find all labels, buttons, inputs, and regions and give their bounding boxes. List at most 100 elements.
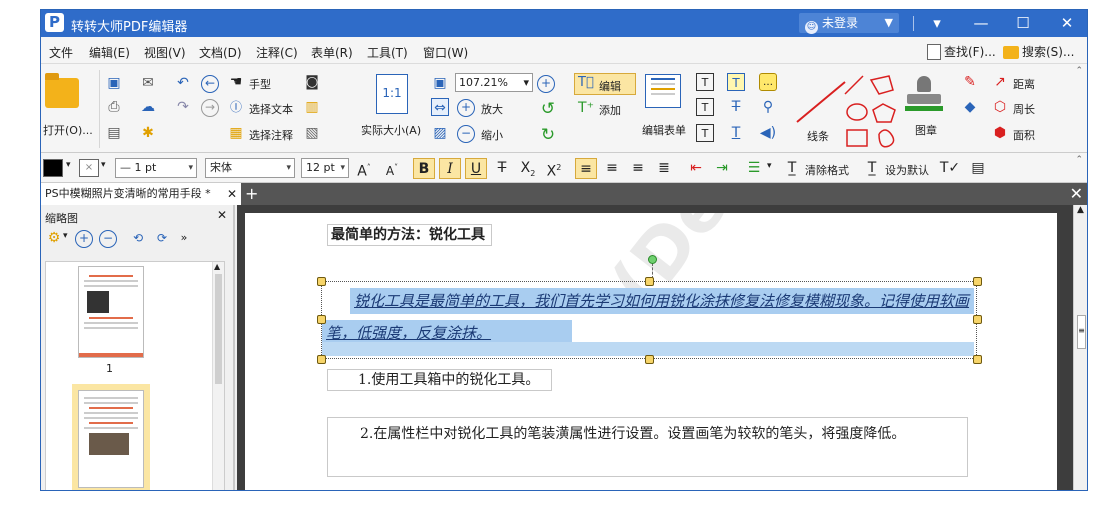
hand-tool-icon[interactable]: ☚ [227,73,245,91]
close-button[interactable]: ✕ [1047,10,1087,37]
typewriter-icon[interactable]: T [727,73,745,91]
line-spacing-icon[interactable]: ☰ [743,158,765,179]
email-icon[interactable]: ✉ [139,74,157,92]
close-document-button[interactable]: ✕ [1070,183,1083,205]
open-folder-icon[interactable] [45,73,79,108]
collapse-format-icon[interactable]: ⌃ [1075,155,1083,165]
scrollbar-thumb[interactable] [215,274,222,384]
actual-size-icon[interactable]: 1:1 [376,74,408,114]
rotation-handle[interactable] [648,255,657,264]
hand-tool-label[interactable]: 手型 [249,76,271,92]
resize-handle-sw[interactable] [317,355,326,364]
add-text-icon[interactable]: T⁺ [577,99,595,117]
edit-button[interactable]: T⃞ 编辑 [574,73,636,95]
fit-width-icon[interactable]: ⇔ [431,98,449,116]
resize-handle-e[interactable] [973,315,982,324]
text-field-icon[interactable]: T [696,73,714,91]
back-icon[interactable]: ← [201,75,219,93]
zoom-in-label[interactable]: 放大 [481,101,503,117]
scroll-up-icon[interactable]: ▲ [1077,205,1084,215]
select-annotation-icon[interactable]: ▦ [227,124,245,142]
chevron-down-icon[interactable]: ▾ [101,160,106,170]
resize-handle-w[interactable] [317,315,326,324]
select-text-icon[interactable]: Ⓘ [227,98,245,116]
properties-icon[interactable]: ▤ [967,158,989,179]
forward-icon[interactable]: → [201,99,219,117]
resize-handle-nw[interactable] [317,277,326,286]
attachment-icon[interactable]: ⚲ [759,98,777,116]
settings-dropdown-button[interactable]: ▾ [917,10,957,37]
minimize-button[interactable]: — [961,10,1001,37]
stroke-width-select[interactable]: — 1 pt [115,158,197,178]
heading-textbox[interactable]: 最简单的方法：锐化工具 [327,224,492,246]
callout-icon[interactable]: T [696,124,714,142]
chevron-down-icon[interactable]: ▾ [767,161,772,171]
text-check-icon[interactable]: T✓ [939,158,961,179]
maximize-button[interactable]: ☐ [1003,10,1043,37]
rotate-right-icon[interactable]: ↻ [539,126,557,144]
clear-format-label[interactable]: 清除格式 [805,162,849,178]
eraser-icon[interactable]: ◆ [961,98,979,116]
step2-textbox[interactable]: 2.在属性栏中对锐化工具的笔装潢属性进行设置。设置画笔为较软的笔头，将强度降低。 [327,417,968,477]
note-icon[interactable]: … [759,73,777,91]
edit-form-label[interactable]: 编辑表单 [642,122,686,138]
outdent-icon[interactable]: ⇤ [685,158,707,179]
cloud-icon[interactable]: ☁ [139,98,157,116]
text-box-icon[interactable]: T [696,98,714,116]
area-label[interactable]: 面积 [1013,127,1035,143]
menu-file[interactable]: 文件 [49,44,73,61]
resize-handle-s[interactable] [645,355,654,364]
menu-document[interactable]: 文档(D) [199,44,242,61]
new-tab-button[interactable]: + [245,184,258,204]
clipboard-icon[interactable]: ▥ [303,98,321,116]
superscript-button[interactable]: X2 [543,158,565,180]
fit-visible-icon[interactable]: ▨ [431,124,449,142]
stamp-icon[interactable] [905,76,943,112]
set-default-icon[interactable]: T̲ [861,158,883,179]
thumb-zoom-in-icon[interactable]: + [75,230,93,248]
save-icon[interactable]: ▣ [105,74,123,92]
scroll-up-icon[interactable]: ▲ [214,262,220,271]
strikeout-icon[interactable]: T [727,98,745,116]
print-icon[interactable]: ⎙ [105,98,123,116]
strikethrough-button[interactable]: T [491,158,513,179]
rotate-ccw-icon[interactable]: ⟲ [129,229,147,247]
italic-button[interactable]: I [439,158,461,179]
distance-icon[interactable]: ↗ [991,73,1009,91]
tab-close-icon[interactable]: ✕ [227,183,237,205]
align-left-button[interactable]: ≡ [575,158,597,179]
chevron-down-icon[interactable]: ▾ [63,231,68,241]
bold-button[interactable]: B [413,158,435,179]
open-button-label[interactable]: 打开(O)... [43,122,93,138]
collapse-ribbon-icon[interactable]: ⌃ [1075,66,1083,76]
sound-icon[interactable]: ◀) [759,124,777,142]
font-size-select[interactable]: 12 pt [301,158,349,178]
redo-icon[interactable]: ↷ [174,98,192,116]
clear-format-icon[interactable]: T̲ [781,158,803,179]
zoom-in-dropdown-icon[interactable]: + [537,75,555,93]
resize-handle-se[interactable] [973,355,982,364]
page-thumbnail-2[interactable] [78,390,144,488]
edit-form-icon[interactable] [645,74,681,108]
document-scrollbar[interactable]: ▲ ≡ [1073,205,1087,490]
new-icon[interactable]: ✱ [139,124,157,142]
thumbnail-close-icon[interactable]: ✕ [217,208,227,222]
snapshot-icon[interactable]: ◙ [303,73,321,91]
add-label[interactable]: 添加 [599,102,621,118]
zoom-select[interactable]: 107.21% ▾ [455,73,533,92]
document-tab[interactable]: PS中模糊照片变清晰的常用手段 * ✕ [41,183,241,205]
menu-view[interactable]: 视图(V) [144,44,186,61]
scrollbar-thumb[interactable]: ≡ [1077,315,1086,349]
zoom-out-label[interactable]: 缩小 [481,127,503,143]
align-center-button[interactable]: ≡ [601,158,623,179]
export-icon[interactable]: ▤ [105,124,123,142]
menu-comment[interactable]: 注释(C) [256,44,298,61]
step1-textbox[interactable]: 1.使用工具箱中的锐化工具。 [327,369,553,391]
gear-icon[interactable]: ⚙ [45,229,63,247]
line-label[interactable]: 线条 [807,128,829,144]
perimeter-label[interactable]: 周长 [1013,101,1035,117]
perimeter-icon[interactable]: ⬡ [991,98,1009,116]
font-family-select[interactable]: 宋体 [205,158,295,178]
pencil-icon[interactable]: ✎ [961,73,979,91]
shape-tools-icon[interactable] [841,72,901,148]
